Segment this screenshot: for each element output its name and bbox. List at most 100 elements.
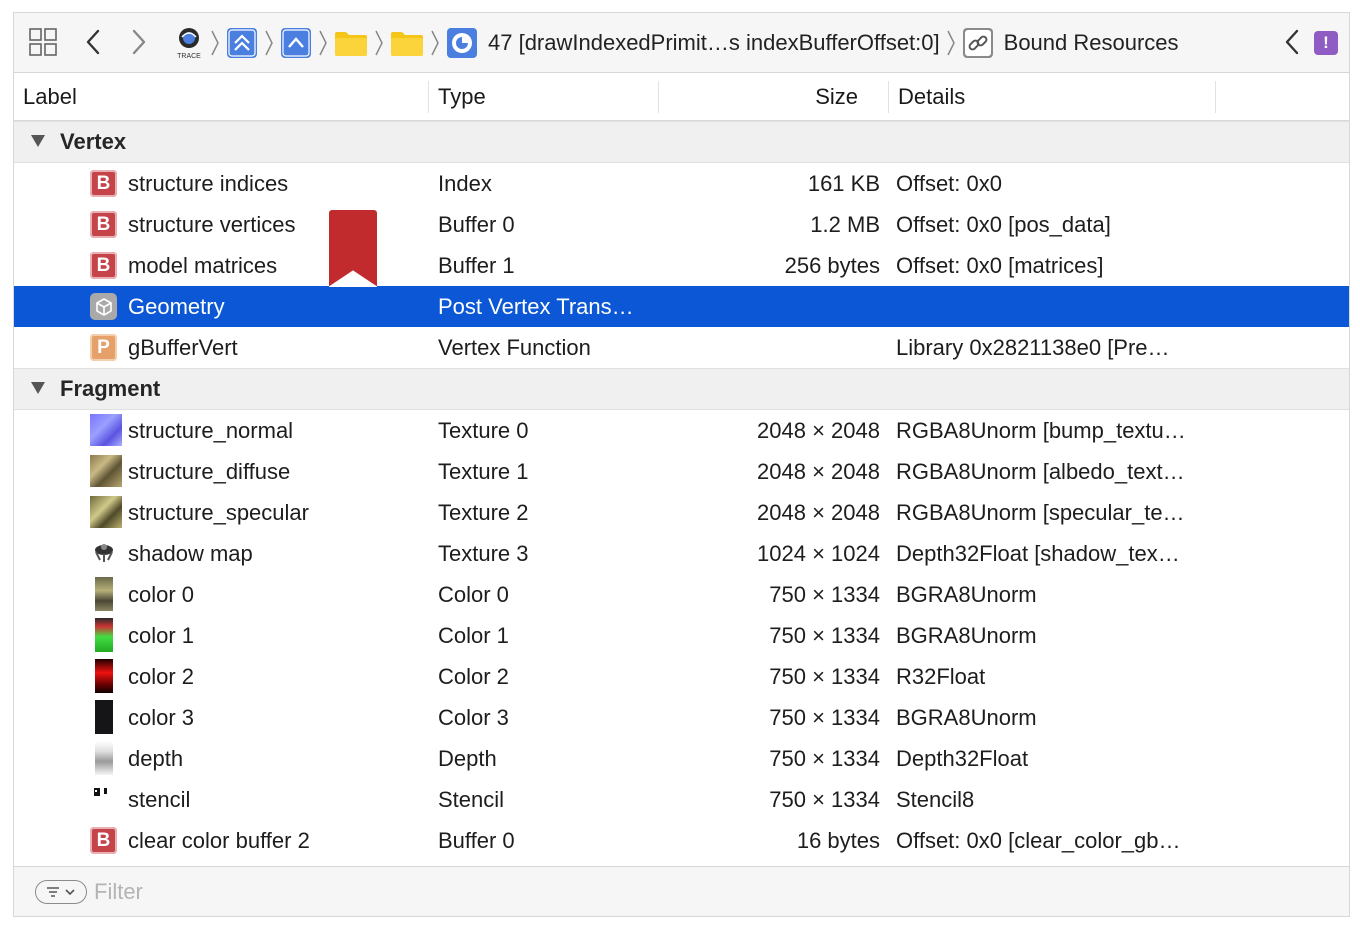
row-type: Color 2 [438,664,509,689]
row-type: Texture 0 [438,418,529,443]
color2-thumbnail [90,659,117,693]
folder-icon [391,32,423,56]
row-type: Stencil [438,787,505,812]
row-size: 750 × 1334 [769,664,880,689]
breadcrumb-draw-call[interactable]: 47 [drawIndexedPrimit…s indexBufferOffse… [446,27,940,59]
row-label: depth [128,746,184,771]
issue-warning-badge[interactable]: ! [1314,31,1338,55]
row-size: 1024 × 1024 [757,541,880,566]
row-label: stencil [128,787,191,812]
breadcrumb-bound-resources[interactable]: Bound Resources [962,27,1179,59]
column-header-label[interactable]: Label [23,73,77,120]
stencil-thumbnail [90,786,117,813]
breadcrumb-separator-icon [208,28,222,58]
breadcrumb-folder-2[interactable] [390,29,424,57]
row-label: color 2 [128,664,195,689]
row-details: Offset: 0x0 [896,171,1002,196]
row-details: BGRA8Unorm [896,623,1037,648]
depth-thumbnail [90,741,117,775]
filter-bar [14,866,1349,916]
row-type: Color 1 [438,623,509,648]
link-icon [962,28,993,58]
row-details: Stencil8 [896,787,975,812]
texture-specular-thumbnail [90,496,122,528]
trace-file-icon: TRACE [177,28,201,60]
breadcrumb-command-buffer[interactable] [280,27,312,59]
row-details: RGBA8Unorm [albedo_text… [896,459,1185,484]
breadcrumb: TRACE 47 [drawIndexedPrimit…s indexBuffe… [174,21,1179,65]
row-size: 161 KB [807,171,880,196]
filter-lines-icon [47,887,75,897]
column-header-type[interactable]: Type [438,73,486,120]
row-label: structure_normal [128,418,294,443]
table-row[interactable]: B structure vertices Buffer 0 1.2 MB Off… [14,204,1349,245]
buffer-icon: B [90,252,117,279]
disclosure-triangle-icon[interactable] [30,134,46,148]
disclosure-triangle-icon[interactable] [30,381,46,395]
row-label: color 3 [128,705,195,730]
row-label: structure vertices [128,212,296,237]
breadcrumb-separator-icon [428,28,442,58]
issue-badge-glyph: ! [1323,33,1329,52]
table-row[interactable]: color 3 Color 3 750 × 1334 BGRA8Unorm [14,697,1349,738]
column-divider[interactable] [1215,81,1216,113]
row-label: color 1 [128,623,195,648]
breadcrumb-frame[interactable] [226,27,258,59]
table-row[interactable]: B clear color buffer 2 Buffer 0 16 bytes… [14,820,1349,861]
breadcrumb-separator-icon [262,28,276,58]
column-divider[interactable] [428,81,429,113]
breadcrumb-trace[interactable]: TRACE [174,25,204,61]
row-details: Depth32Float [896,746,1029,771]
row-type: Color 3 [438,705,509,730]
row-details: Depth32Float [shadow_tex… [896,541,1180,566]
row-type: Post Vertex Trans… [438,294,634,319]
table-row[interactable]: structure_normal Texture 0 2048 × 2048 R… [14,410,1349,451]
row-details: BGRA8Unorm [896,582,1037,607]
table-row[interactable]: shadow map Texture 3 1024 × 1024 Depth32… [14,533,1349,574]
table-row[interactable]: color 2 Color 2 750 × 1334 R32Float [14,656,1349,697]
forward-arrow-icon[interactable] [126,25,152,59]
row-size: 2048 × 2048 [757,500,880,525]
table-row[interactable]: color 0 Color 0 750 × 1334 BGRA8Unorm [14,574,1349,615]
filter-options-button[interactable] [35,880,87,904]
row-details: R32Float [896,664,986,689]
table-row[interactable]: B model matrices Buffer 1 256 bytes Offs… [14,245,1349,286]
table-row[interactable]: stencil Stencil 750 × 1334 Stencil8 [14,779,1349,820]
program-icon: P [90,334,117,361]
row-size: 750 × 1334 [769,623,880,648]
folder-icon [335,32,367,56]
table-row[interactable]: depth Depth 750 × 1334 Depth32Float [14,738,1349,779]
shadow-map-thumbnail [90,540,117,567]
table-row[interactable]: structure_specular Texture 2 2048 × 2048… [14,492,1349,533]
breadcrumb-separator-icon [316,28,330,58]
table-row[interactable]: P gBufferVert Vertex Function Library 0x… [14,327,1349,368]
group-header-fragment[interactable]: Fragment [14,368,1349,410]
row-label: gBufferVert [128,335,238,360]
buffer-icon: B [90,170,117,197]
bookmark-marker[interactable] [329,210,377,287]
related-items-grid-icon[interactable] [28,27,58,57]
column-header-size[interactable]: Size [674,73,858,120]
row-size: 256 bytes [784,253,880,278]
row-type: Buffer 0 [438,212,515,237]
group-header-vertex[interactable]: Vertex [14,121,1349,163]
row-details: Offset: 0x0 [matrices] [896,253,1104,278]
table-row[interactable]: color 1 Color 1 750 × 1334 BGRA8Unorm [14,615,1349,656]
column-header-row: Label Type Size Details [14,73,1349,121]
table-row-selected[interactable]: Geometry Post Vertex Trans… [14,286,1349,327]
column-divider[interactable] [888,81,889,113]
back-arrow-icon[interactable] [80,25,106,59]
column-divider[interactable] [658,81,659,113]
table-row[interactable]: structure_diffuse Texture 1 2048 × 2048 … [14,451,1349,492]
row-label: model matrices [128,253,278,278]
filter-input[interactable] [94,877,694,907]
row-type: Color 0 [438,582,509,607]
table-row[interactable]: B structure indices Index 161 KB Offset:… [14,163,1349,204]
column-header-details[interactable]: Details [898,73,965,120]
row-label: structure_specular [128,500,309,525]
previous-issue-arrow-icon[interactable] [1280,25,1304,59]
row-type: Buffer 1 [438,253,515,278]
breadcrumb-folder-1[interactable] [334,29,368,57]
bound-resources-window: TRACE 47 [drawIndexedPrimit…s indexBuffe… [13,12,1350,917]
double-chevron-up-icon [227,28,257,58]
